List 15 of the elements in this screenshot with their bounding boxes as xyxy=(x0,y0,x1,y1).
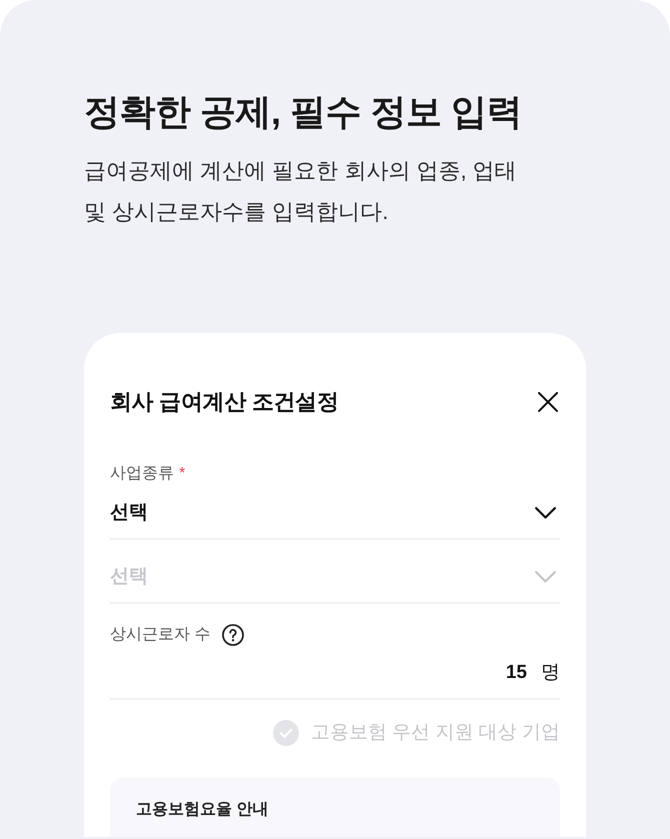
unit-label: 명 xyxy=(541,660,560,685)
dialog-title: 회사 급여계산 조건설정 xyxy=(110,388,339,416)
page-title: 정확한 공제, 필수 정보 입력 xyxy=(84,90,522,134)
count-input[interactable]: 15 xyxy=(497,658,527,688)
info-panel-title: 고용보험요율 안내 xyxy=(136,800,268,820)
chevron-down-icon xyxy=(535,507,556,519)
select-field[interactable]: 선택 xyxy=(110,488,560,540)
field-label: 상시근로자 수 xyxy=(110,625,210,645)
field-label: 사업종류 xyxy=(110,464,174,484)
required-mark: * xyxy=(179,464,186,484)
close-button[interactable] xyxy=(536,390,560,414)
page-description: 급여공제에 계산에 필요한 회사의 업종, 업태 및 상시근로자수를 입력합니다. xyxy=(84,157,517,226)
close-icon xyxy=(538,392,558,412)
chevron-down-icon xyxy=(535,571,556,583)
help-icon[interactable] xyxy=(222,624,244,646)
